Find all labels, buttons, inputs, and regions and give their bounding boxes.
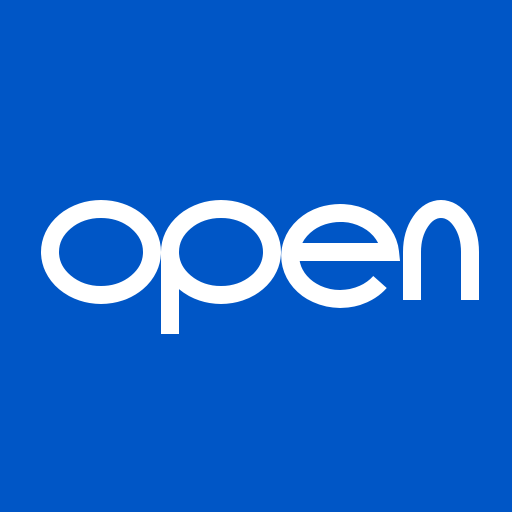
logo-letter-p-bowl bbox=[161, 200, 281, 304]
app-icon: open bbox=[0, 0, 512, 512]
logo-letter-n bbox=[403, 200, 479, 300]
logo-letter-e bbox=[281, 203, 401, 308]
open-logo bbox=[41, 200, 479, 334]
logo-letter-o bbox=[41, 200, 161, 304]
